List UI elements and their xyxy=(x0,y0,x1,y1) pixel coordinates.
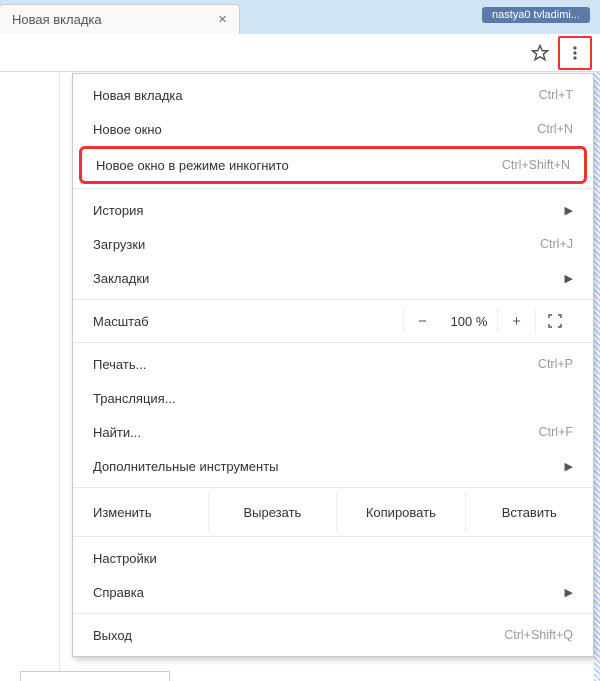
menu-exit[interactable]: Выход Ctrl+Shift+Q xyxy=(73,618,593,652)
menu-separator xyxy=(73,487,593,488)
menu-button-highlight xyxy=(558,36,592,70)
zoom-value: 100 % xyxy=(441,314,497,329)
menu-separator xyxy=(73,536,593,537)
menu-cut[interactable]: Вырезать xyxy=(209,492,337,532)
menu-shortcut: Ctrl+F xyxy=(539,425,573,439)
toolbar xyxy=(0,34,600,72)
incognito-highlight: Новое окно в режиме инкогнито Ctrl+Shift… xyxy=(79,146,587,184)
menu-settings[interactable]: Настройки xyxy=(73,541,593,575)
menu-shortcut: Ctrl+P xyxy=(538,357,573,371)
profile-badge[interactable]: nastya0 tvladimi... xyxy=(482,7,590,23)
zoom-in-button[interactable]: + xyxy=(497,309,535,333)
menu-find[interactable]: Найти... Ctrl+F xyxy=(73,415,593,449)
menu-label: Найти... xyxy=(93,425,539,440)
menu-copy[interactable]: Копировать xyxy=(337,492,465,532)
menu-shortcut: Ctrl+Shift+Q xyxy=(504,628,573,642)
menu-separator xyxy=(73,299,593,300)
menu-label: История xyxy=(93,203,557,218)
submenu-arrow-icon: ▶ xyxy=(565,204,573,217)
fullscreen-icon[interactable] xyxy=(535,309,573,333)
zoom-label: Масштаб xyxy=(93,314,403,329)
menu-incognito[interactable]: Новое окно в режиме инкогнито Ctrl+Shift… xyxy=(82,149,584,181)
menu-shortcut: Ctrl+T xyxy=(539,88,573,102)
menu-shortcut: Ctrl+N xyxy=(537,122,573,136)
bookmark-star-icon[interactable] xyxy=(526,39,554,67)
menu-zoom: Масштаб − 100 % + xyxy=(73,304,593,338)
menu-print[interactable]: Печать... Ctrl+P xyxy=(73,347,593,381)
menu-edit-row: Изменить Вырезать Копировать Вставить xyxy=(73,492,593,532)
menu-downloads[interactable]: Загрузки Ctrl+J xyxy=(73,227,593,261)
tab-title: Новая вкладка xyxy=(12,12,102,27)
menu-label: Закладки xyxy=(93,271,557,286)
menu-separator xyxy=(73,188,593,189)
right-scroll-edge xyxy=(594,72,600,681)
menu-label: Новая вкладка xyxy=(93,88,539,103)
submenu-arrow-icon: ▶ xyxy=(565,460,573,473)
menu-label: Новое окно в режиме инкогнито xyxy=(96,158,502,173)
menu-label: Печать... xyxy=(93,357,538,372)
menu-new-tab[interactable]: Новая вкладка Ctrl+T xyxy=(73,78,593,112)
menu-new-window[interactable]: Новое окно Ctrl+N xyxy=(73,112,593,146)
menu-label: Трансляция... xyxy=(93,391,573,406)
zoom-out-button[interactable]: − xyxy=(403,309,441,333)
menu-label: Новое окно xyxy=(93,122,537,137)
kebab-menu-icon[interactable] xyxy=(561,39,589,67)
menu-label: Дополнительные инструменты xyxy=(93,459,557,474)
menu-bookmarks[interactable]: Закладки ▶ xyxy=(73,261,593,295)
submenu-arrow-icon: ▶ xyxy=(565,586,573,599)
menu-label: Выход xyxy=(93,628,504,643)
menu-label: Настройки xyxy=(93,551,573,566)
menu-label: Справка xyxy=(93,585,557,600)
tab-strip: Новая вкладка × nastya0 tvladimi... xyxy=(0,0,600,34)
menu-help[interactable]: Справка ▶ xyxy=(73,575,593,609)
browser-tab[interactable]: Новая вкладка × xyxy=(0,4,240,34)
bottom-element xyxy=(20,671,170,681)
menu-separator xyxy=(73,342,593,343)
menu-shortcut: Ctrl+Shift+N xyxy=(502,158,570,172)
left-panel xyxy=(0,72,60,681)
menu-history[interactable]: История ▶ xyxy=(73,193,593,227)
menu-shortcut: Ctrl+J xyxy=(540,237,573,251)
menu-more-tools[interactable]: Дополнительные инструменты ▶ xyxy=(73,449,593,483)
chrome-main-menu: Новая вкладка Ctrl+T Новое окно Ctrl+N Н… xyxy=(72,73,594,657)
menu-paste[interactable]: Вставить xyxy=(466,492,593,532)
close-tab-icon[interactable]: × xyxy=(218,12,227,27)
menu-cast[interactable]: Трансляция... xyxy=(73,381,593,415)
submenu-arrow-icon: ▶ xyxy=(565,272,573,285)
menu-label: Загрузки xyxy=(93,237,540,252)
menu-separator xyxy=(73,613,593,614)
edit-row-label: Изменить xyxy=(73,492,209,532)
